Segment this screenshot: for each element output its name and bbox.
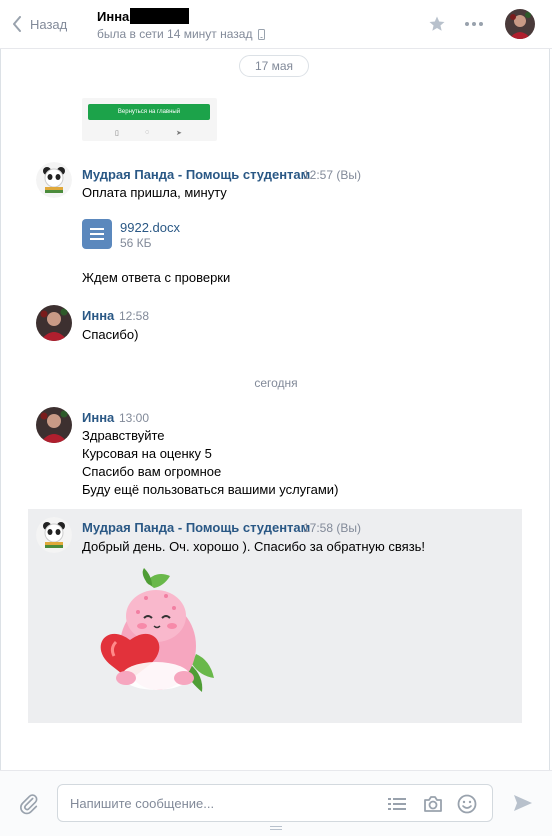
document-name[interactable]: 9922.docx	[120, 220, 180, 235]
document-size: 56 КБ	[120, 236, 152, 250]
camera-icon[interactable]	[422, 793, 444, 815]
message-text: Спасибо вам огромное	[82, 464, 222, 479]
more-icon[interactable]	[462, 12, 486, 36]
message-text: Оплата пришла, минуту	[82, 185, 227, 200]
message-text: Здравствуйте	[82, 428, 165, 443]
chevron-left-icon	[13, 16, 21, 32]
inna-avatar[interactable]	[36, 305, 72, 341]
image-attachment[interactable]: Вернуться на главный ▯ ◌ ➤	[82, 98, 217, 141]
peer-name-text: Инна	[97, 8, 130, 24]
mini-icon: ◌	[145, 129, 150, 136]
back-label: Назад	[30, 16, 68, 32]
message-text: Буду ещё пользоваться вашими услугами)	[82, 482, 339, 497]
day-separator: сегодня	[254, 376, 298, 390]
mini-icon: ➤	[176, 130, 182, 137]
message-time[interactable]: 12:57 (Вы)	[303, 168, 361, 182]
message-author[interactable]: Инна	[82, 308, 114, 323]
message-text: Спасибо)	[82, 327, 139, 342]
message-text: Курсовая на оценку 5	[82, 446, 212, 461]
star-icon[interactable]	[425, 12, 449, 36]
back-button[interactable]: Назад	[12, 12, 67, 36]
peer-name[interactable]: Инна	[97, 8, 190, 24]
peer-avatar[interactable]	[505, 9, 535, 39]
message-time[interactable]: 17:58 (Вы)	[303, 521, 361, 535]
emoji-icon[interactable]	[456, 793, 478, 815]
send-icon[interactable]	[511, 791, 535, 815]
peer-status-text: была в сети 14 минут назад	[97, 27, 253, 41]
message-text: Добрый день. Оч. хорошо ). Спасибо за об…	[82, 539, 426, 554]
paperclip-icon[interactable]	[16, 791, 42, 817]
message-author[interactable]: Мудрая Панда - Помощь студентам	[82, 167, 310, 182]
message-author[interactable]: Мудрая Панда - Помощь студентам	[82, 520, 310, 535]
inna-avatar[interactable]	[36, 407, 72, 443]
chat-header: Назад Инна была в сети 14 минут назад	[0, 0, 552, 49]
screenshot-button-preview: Вернуться на главный	[88, 104, 210, 120]
resize-grip-icon[interactable]	[270, 826, 282, 832]
sticker-strawberry-heart[interactable]	[86, 568, 218, 700]
message-time[interactable]: 13:00	[119, 411, 149, 425]
panda-avatar[interactable]	[36, 517, 72, 553]
message-placeholder: Напишите сообщение...	[70, 795, 215, 811]
list-icon[interactable]	[386, 793, 408, 815]
document-icon[interactable]	[82, 219, 112, 249]
panda-avatar[interactable]	[36, 162, 72, 198]
message-time[interactable]: 12:58	[119, 309, 149, 323]
mobile-icon	[258, 28, 266, 40]
mini-icon: ▯	[115, 130, 119, 137]
date-pill: 17 мая	[239, 55, 309, 77]
peer-status: была в сети 14 минут назад	[97, 27, 266, 41]
message-author[interactable]: Инна	[82, 410, 114, 425]
message-text: Ждем ответа с проверки	[82, 270, 231, 285]
redaction-bar	[130, 8, 190, 24]
